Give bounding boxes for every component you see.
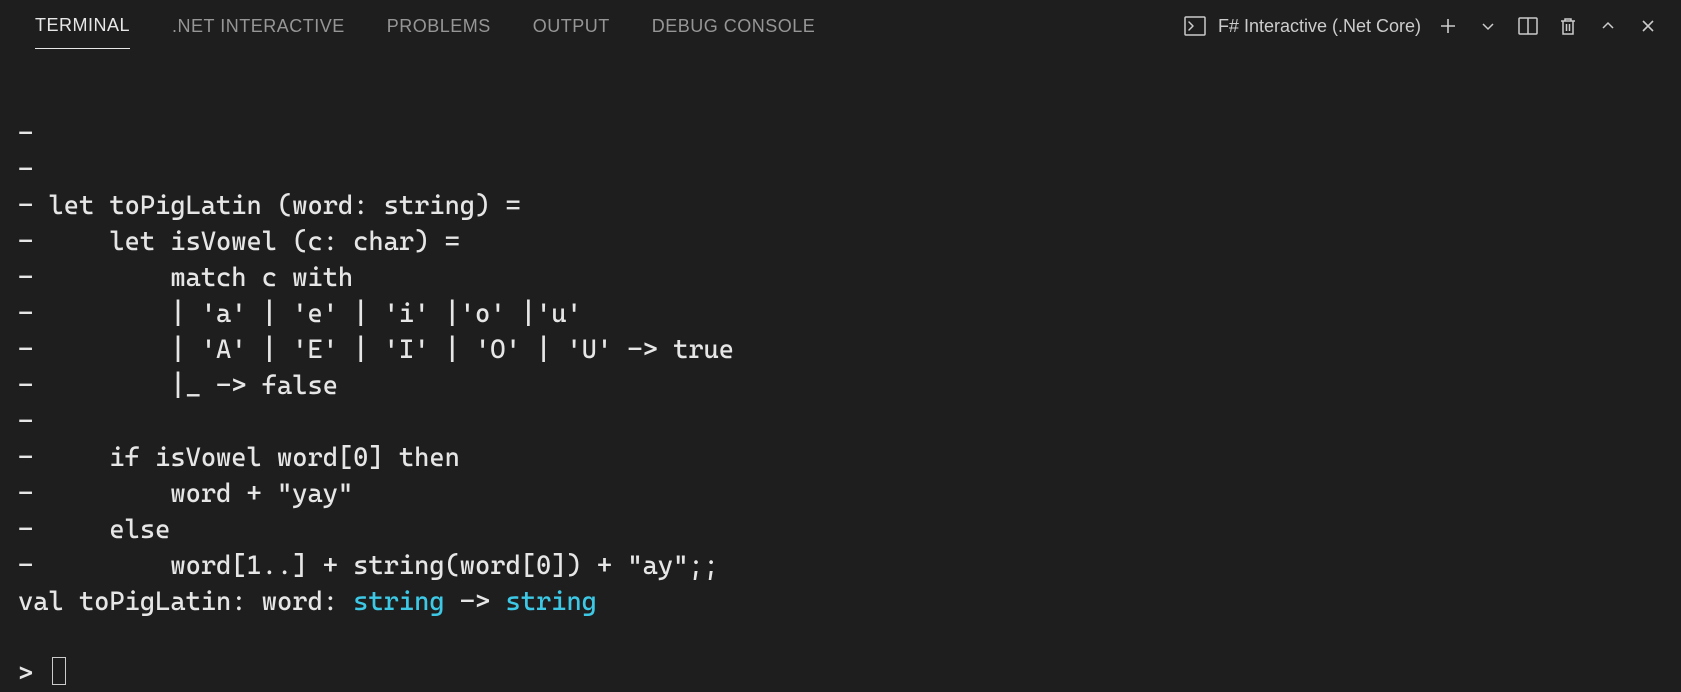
terminal-line: - — [18, 155, 48, 185]
tab-terminal[interactable]: TERMINAL — [35, 3, 130, 49]
terminal-line: - else — [18, 515, 170, 545]
terminal-line: - match c with — [18, 263, 353, 293]
terminal-line: - word + "yay" — [18, 479, 353, 509]
new-terminal-button[interactable] — [1435, 13, 1461, 39]
terminal-line: - — [18, 119, 48, 149]
tab-debug-console[interactable]: DEBUG CONSOLE — [652, 4, 816, 49]
type-keyword: string — [353, 587, 444, 617]
tab-dotnet-interactive[interactable]: .NET INTERACTIVE — [172, 4, 345, 49]
terminal-line: - |_ -> false — [18, 371, 338, 401]
terminal-line: - word[1..] + string(word[0]) + "ay";; — [18, 551, 719, 581]
chevron-down-icon[interactable] — [1475, 13, 1501, 39]
panel-tabs: TERMINAL .NET INTERACTIVE PROBLEMS OUTPU… — [35, 3, 815, 49]
terminal-selector[interactable]: F# Interactive (.Net Core) — [1182, 13, 1421, 39]
terminal-selector-label: F# Interactive (.Net Core) — [1218, 16, 1421, 37]
terminal-line: - — [18, 407, 48, 437]
tab-output[interactable]: OUTPUT — [533, 4, 610, 49]
type-keyword: string — [506, 587, 597, 617]
terminal-line: - if isVowel word[0] then — [18, 443, 460, 473]
close-panel-button[interactable] — [1635, 13, 1661, 39]
terminal-prompt-line: > — [18, 659, 66, 689]
tab-problems[interactable]: PROBLEMS — [387, 4, 491, 49]
terminal-actions: F# Interactive (.Net Core) — [1182, 13, 1661, 39]
terminal-line: - let isVowel (c: char) = — [18, 227, 460, 257]
terminal-line: - | 'a' | 'e' | 'i' |'o' |'u' — [18, 299, 582, 329]
terminal-line: - let toPigLatin (word: string) = — [18, 191, 521, 221]
kill-terminal-button[interactable] — [1555, 13, 1581, 39]
terminal-output[interactable]: - - - let toPigLatin (word: string) = - … — [0, 52, 1681, 692]
terminal-prompt-icon — [1182, 13, 1208, 39]
panel-header: TERMINAL .NET INTERACTIVE PROBLEMS OUTPU… — [0, 0, 1681, 52]
terminal-cursor — [52, 657, 66, 685]
terminal-line: val toPigLatin: word: string -> string — [18, 587, 597, 617]
split-terminal-button[interactable] — [1515, 13, 1541, 39]
terminal-line: - | 'A' | 'E' | 'I' | 'O' | 'U' -> true — [18, 335, 734, 365]
chevron-up-icon[interactable] — [1595, 13, 1621, 39]
